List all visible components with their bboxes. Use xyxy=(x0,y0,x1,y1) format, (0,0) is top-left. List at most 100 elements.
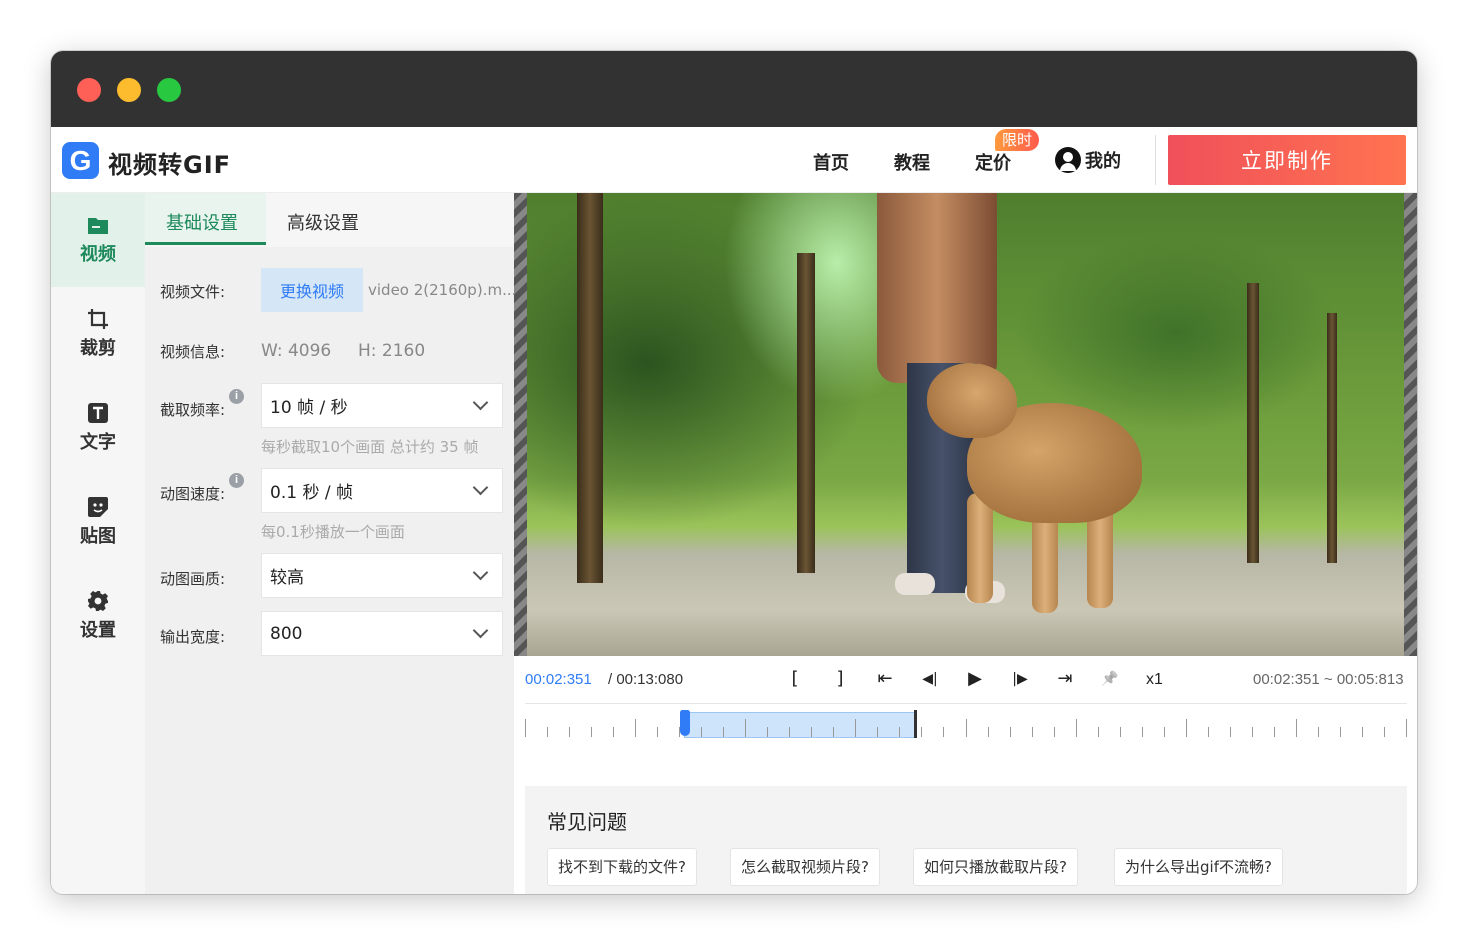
step-forward-icon[interactable]: |▶ xyxy=(1008,667,1032,691)
pin-icon[interactable]: 📌 xyxy=(1098,667,1122,691)
rail-item-label: 设置 xyxy=(80,620,116,641)
timeline-tick xyxy=(1186,719,1187,737)
step-back-icon[interactable]: ◀| xyxy=(918,667,942,691)
speed-select[interactable]: 0.1 秒 / 帧 xyxy=(261,468,503,513)
mark-out-button[interactable]: ] xyxy=(828,667,852,691)
rail-item-sticker[interactable]: 贴图 xyxy=(51,475,145,569)
nav-mine[interactable]: 我的 xyxy=(1055,147,1121,173)
nav-tutorial[interactable]: 教程 xyxy=(894,149,930,175)
rail-item-label: 贴图 xyxy=(80,526,116,547)
nav-pricing[interactable]: 定价 xyxy=(975,149,1011,175)
mark-in-button[interactable]: [ xyxy=(783,667,807,691)
dog-leg xyxy=(967,493,993,603)
chevron-down-icon xyxy=(472,564,489,581)
selection-start-handle[interactable] xyxy=(679,710,690,736)
settings-panel: 基础设置 高级设置 视频文件: 更换视频 video 2(2160p).m...… xyxy=(145,193,517,894)
settings-form: 视频文件: 更换视频 video 2(2160p).m... 视频信息: W: … xyxy=(145,247,517,894)
timeline-selection[interactable] xyxy=(683,712,916,738)
faq-item[interactable]: 找不到下载的文件? xyxy=(547,848,697,886)
timeline-tick xyxy=(855,719,856,737)
timeline-tick xyxy=(635,719,636,737)
timeline-tick xyxy=(1384,727,1385,737)
timeline-track[interactable] xyxy=(525,703,1407,739)
tab-basic-settings[interactable]: 基础设置 xyxy=(166,209,238,235)
change-video-button[interactable]: 更换视频 xyxy=(261,268,363,312)
timeline-tick xyxy=(1098,727,1099,737)
speed-label: 动图速度: xyxy=(160,485,226,503)
limited-time-badge: 限时 xyxy=(995,129,1040,151)
timeline-tick xyxy=(723,727,724,737)
minimize-window-button[interactable] xyxy=(117,78,141,102)
timeline-tick xyxy=(1406,719,1407,737)
video-filename: video 2(2160p).m... xyxy=(368,281,517,299)
nav-home[interactable]: 首页 xyxy=(813,149,849,175)
person-shoe xyxy=(895,573,935,595)
output-width-select[interactable]: 800 xyxy=(261,611,503,656)
timeline-tick xyxy=(745,719,746,737)
selection-range: 00:02:351 ~ 00:05:813 xyxy=(1253,671,1404,688)
maximize-window-button[interactable] xyxy=(157,78,181,102)
timeline-tick xyxy=(811,727,812,737)
tree-trunk xyxy=(797,253,815,573)
video-file-label: 视频文件: xyxy=(160,283,226,301)
tree-trunk xyxy=(1247,283,1259,563)
jump-to-end-icon[interactable]: ⇥ xyxy=(1053,667,1077,691)
faq-item[interactable]: 怎么截取视频片段? xyxy=(730,848,880,886)
timeline-tick xyxy=(613,727,614,737)
rail-item-crop[interactable]: 裁剪 xyxy=(51,287,145,381)
rail-item-video[interactable]: 视频 xyxy=(51,193,145,287)
timeline-tick xyxy=(657,727,658,737)
jump-to-start-icon[interactable]: ⇤ xyxy=(873,667,897,691)
tab-advanced-settings[interactable]: 高级设置 xyxy=(287,209,359,235)
timeline-tick xyxy=(1318,727,1319,737)
faq-title: 常见问题 xyxy=(547,810,627,834)
timeline-tick xyxy=(1252,727,1253,737)
speed-select-value: 0.1 秒 / 帧 xyxy=(270,483,353,503)
timeline-tick xyxy=(767,727,768,737)
timeline-tick xyxy=(988,727,989,737)
timeline-tick xyxy=(1142,727,1143,737)
timeline-tick xyxy=(1164,727,1165,737)
person-figure xyxy=(877,193,997,383)
output-width-value: 800 xyxy=(270,623,303,644)
quality-select-value: 较高 xyxy=(270,568,304,588)
video-preview[interactable] xyxy=(514,193,1417,656)
nav-mine-label: 我的 xyxy=(1085,151,1121,172)
quality-select[interactable]: 较高 xyxy=(261,553,503,598)
text-icon xyxy=(87,402,109,424)
faq-item[interactable]: 为什么导出gif不流畅? xyxy=(1114,848,1283,886)
rail-item-text[interactable]: 文字 xyxy=(51,381,145,475)
close-window-button[interactable] xyxy=(77,78,101,102)
timeline-tick xyxy=(1076,719,1077,737)
fps-select-value: 10 帧 / 秒 xyxy=(270,398,348,418)
timeline-tick xyxy=(1010,727,1011,737)
selection-end-handle[interactable] xyxy=(913,710,917,738)
video-width: W: 4096 xyxy=(261,341,332,361)
fps-hint: 每秒截取10个画面 总计约 35 帧 xyxy=(261,438,479,456)
video-height: H: 2160 xyxy=(358,341,426,361)
play-icon[interactable]: ▶ xyxy=(963,667,987,691)
header-divider xyxy=(1155,135,1156,185)
dog-head xyxy=(927,363,1017,438)
fps-info-icon[interactable]: i xyxy=(229,389,244,404)
crop-icon xyxy=(87,308,109,330)
app-logo-icon[interactable]: G xyxy=(62,142,99,179)
faq-item[interactable]: 如何只播放截取片段? xyxy=(913,848,1078,886)
timeline-tick xyxy=(1032,727,1033,737)
total-time: / 00:13:080 xyxy=(608,671,684,688)
speed-info-icon[interactable]: i xyxy=(229,473,244,488)
timeline-tick xyxy=(1340,727,1341,737)
start-making-button[interactable]: 立即制作 xyxy=(1168,135,1406,185)
tree-trunk xyxy=(577,193,603,583)
rail-item-settings[interactable]: 设置 xyxy=(51,569,145,663)
active-tab-indicator xyxy=(145,242,266,245)
top-header: G 视频转GIF 首页 教程 定价 限时 我的 立即制作 xyxy=(51,127,1417,193)
app-name[interactable]: 视频转GIF xyxy=(108,145,231,180)
fps-select[interactable]: 10 帧 / 秒 xyxy=(261,383,503,428)
playback-speed[interactable]: x1 xyxy=(1146,671,1163,689)
timeline-tick xyxy=(1208,727,1209,737)
timeline-tick xyxy=(591,727,592,737)
timeline-tick xyxy=(525,719,526,737)
speed-hint: 每0.1秒播放一个画面 xyxy=(261,523,405,541)
timeline-tick xyxy=(921,727,922,737)
